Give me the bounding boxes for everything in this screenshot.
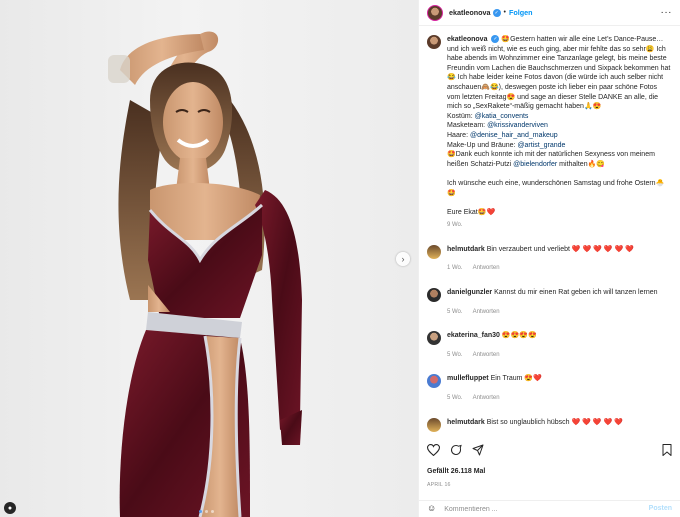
tagged-users-icon[interactable]: ● xyxy=(4,502,16,514)
follow-button[interactable]: Folgen xyxy=(509,8,533,18)
caption-maske-label: Masketeam: xyxy=(447,122,488,130)
post-comment-button[interactable]: Posten xyxy=(649,504,672,514)
comment-body: helmutdark Bin verzaubert und verliebt ❤… xyxy=(447,245,672,274)
next-image-button[interactable]: › xyxy=(396,252,410,266)
caption-makeup-label: Make-Up und Bräune: xyxy=(447,141,518,149)
comment-meta: 1 Wo. Antworten xyxy=(447,264,672,274)
comment-username[interactable]: helmutdark xyxy=(447,246,485,253)
comment-body: helmutdark Bist so unglaublich hübsch ❤️… xyxy=(447,418,672,432)
comment-age: 1 Wo. xyxy=(447,265,463,272)
post-actions-bar xyxy=(427,441,672,459)
post-date[interactable]: APRIL 16 xyxy=(427,481,451,491)
mention-link[interactable]: @artist_grande xyxy=(517,142,565,149)
comment-item: danielgunzler Kannst du mir einen Rat ge… xyxy=(427,288,672,317)
comment-meta: 5 Wo. Antworten xyxy=(447,394,672,404)
comment-username[interactable]: mullefluppet xyxy=(447,375,489,382)
caption: ekatleonova ✓ 🤩Gestern hatten wir alle e… xyxy=(427,35,672,217)
comment-item: ekaterina_fan30 😍😍😍😍 5 Wo. Antworten xyxy=(427,331,672,360)
comment-meta: 5 Wo. Antworten xyxy=(447,351,672,361)
comment-composer: ☺ Posten xyxy=(419,500,680,517)
verified-badge-icon: ✓ xyxy=(491,35,500,44)
comment-text: Bist so unglaublich hübsch ❤️ ❤️ ❤️ ❤️ ❤… xyxy=(486,418,623,426)
caption-wish: Ich wünsche euch eine, wunderschönen Sam… xyxy=(447,179,665,197)
reply-button[interactable]: Antworten xyxy=(473,265,500,271)
carousel-dot-active xyxy=(199,510,202,513)
reply-button[interactable]: Antworten xyxy=(473,395,500,401)
comment-text: Kannst du mir einen Rat geben ich will t… xyxy=(494,289,658,297)
comment-body: ekaterina_fan30 😍😍😍😍 5 Wo. Antworten xyxy=(447,331,672,360)
comment-avatar[interactable] xyxy=(427,288,441,303)
comment-item: helmutdark Bist so unglaublich hübsch ❤️… xyxy=(427,417,672,432)
post-dialog: › ● ekatleonova ✓ • Folgen ··· ekatleono… xyxy=(0,0,680,517)
comment-body: mullefluppet Ein Traum 😍❤️ 5 Wo. Antworte… xyxy=(447,374,672,403)
comment-bubble-icon[interactable] xyxy=(450,444,462,456)
comment-meta: 5 Wo. Antworten xyxy=(447,308,672,318)
comment-avatar[interactable] xyxy=(427,417,441,432)
likes-count[interactable]: Gefällt 26.118 Mal xyxy=(427,467,485,477)
caption-avatar[interactable] xyxy=(427,35,441,49)
comments-scroll-area[interactable]: ekatleonova ✓ 🤩Gestern hatten wir alle e… xyxy=(419,27,680,436)
more-horizontal-icon[interactable]: ··· xyxy=(661,7,673,18)
bookmark-icon[interactable] xyxy=(662,444,672,456)
comment-age: 5 Wo. xyxy=(447,395,463,402)
post-photo[interactable]: › ● xyxy=(0,0,418,517)
mention-link[interactable]: @denise_hair_and_makeup xyxy=(470,132,558,139)
share-send-icon[interactable] xyxy=(472,444,484,456)
caption-line: 🤩Gestern hatten wir alle eine Let’s Danc… xyxy=(447,36,671,111)
caption-username[interactable]: ekatleonova xyxy=(447,36,487,43)
caption-dank-end: mithalten🔥😋 xyxy=(557,160,606,168)
mention-link[interactable]: @krissivanderviven xyxy=(487,122,548,129)
mention-link[interactable]: @katia_convents xyxy=(475,113,529,120)
mention-link[interactable]: @bielendorfer xyxy=(513,161,557,168)
emoji-picker-icon[interactable]: ☺ xyxy=(427,504,436,514)
comment-username[interactable]: helmutdark xyxy=(447,419,485,426)
post-side-panel: ekatleonova ✓ • Folgen ··· ekatleonova ✓… xyxy=(418,0,680,517)
separator-dot: • xyxy=(503,8,506,16)
author-avatar[interactable] xyxy=(427,4,443,21)
comment-input[interactable] xyxy=(444,505,641,513)
comment-text: Ein Traum 😍❤️ xyxy=(490,375,542,383)
comment-item: helmutdark Bin verzaubert und verliebt ❤… xyxy=(427,244,672,274)
verified-badge-icon: ✓ xyxy=(492,8,501,17)
post-header: ekatleonova ✓ • Folgen ··· xyxy=(419,0,680,26)
comment-item: mullefluppet Ein Traum 😍❤️ 5 Wo. Antworte… xyxy=(427,374,672,403)
comment-avatar[interactable] xyxy=(427,331,441,346)
comment-username[interactable]: ekaterina_fan30 xyxy=(447,332,500,339)
reply-button[interactable]: Antworten xyxy=(473,309,500,315)
caption-haare-label: Haare: xyxy=(447,131,470,139)
comment-avatar[interactable] xyxy=(427,374,441,389)
comment-body: danielgunzler Kannst du mir einen Rat ge… xyxy=(447,288,672,317)
carousel-dot xyxy=(211,510,214,513)
reply-button[interactable]: Antworten xyxy=(473,352,500,358)
caption-signoff: Eure Ekat🤩❤️ xyxy=(447,208,496,216)
comment-text: 😍😍😍😍 xyxy=(501,332,537,340)
caption-age: 9 Wo. xyxy=(447,222,463,229)
comment-text: Bin verzaubert und verliebt ❤️ ❤️ ❤️ ❤️ … xyxy=(486,245,634,253)
photo-illustration xyxy=(108,31,302,517)
carousel-dot xyxy=(205,510,208,513)
comment-age: 5 Wo. xyxy=(447,308,463,315)
like-heart-icon[interactable] xyxy=(427,444,440,456)
caption-text: ekatleonova ✓ 🤩Gestern hatten wir alle e… xyxy=(447,35,672,217)
caption-kostuem-label: Kostüm: xyxy=(447,112,475,120)
comment-username[interactable]: danielgunzler xyxy=(447,289,492,296)
comment-avatar[interactable] xyxy=(427,244,441,259)
carousel-indicators xyxy=(199,510,214,513)
author-username[interactable]: ekatleonova xyxy=(449,8,491,18)
comment-age: 5 Wo. xyxy=(447,351,463,358)
